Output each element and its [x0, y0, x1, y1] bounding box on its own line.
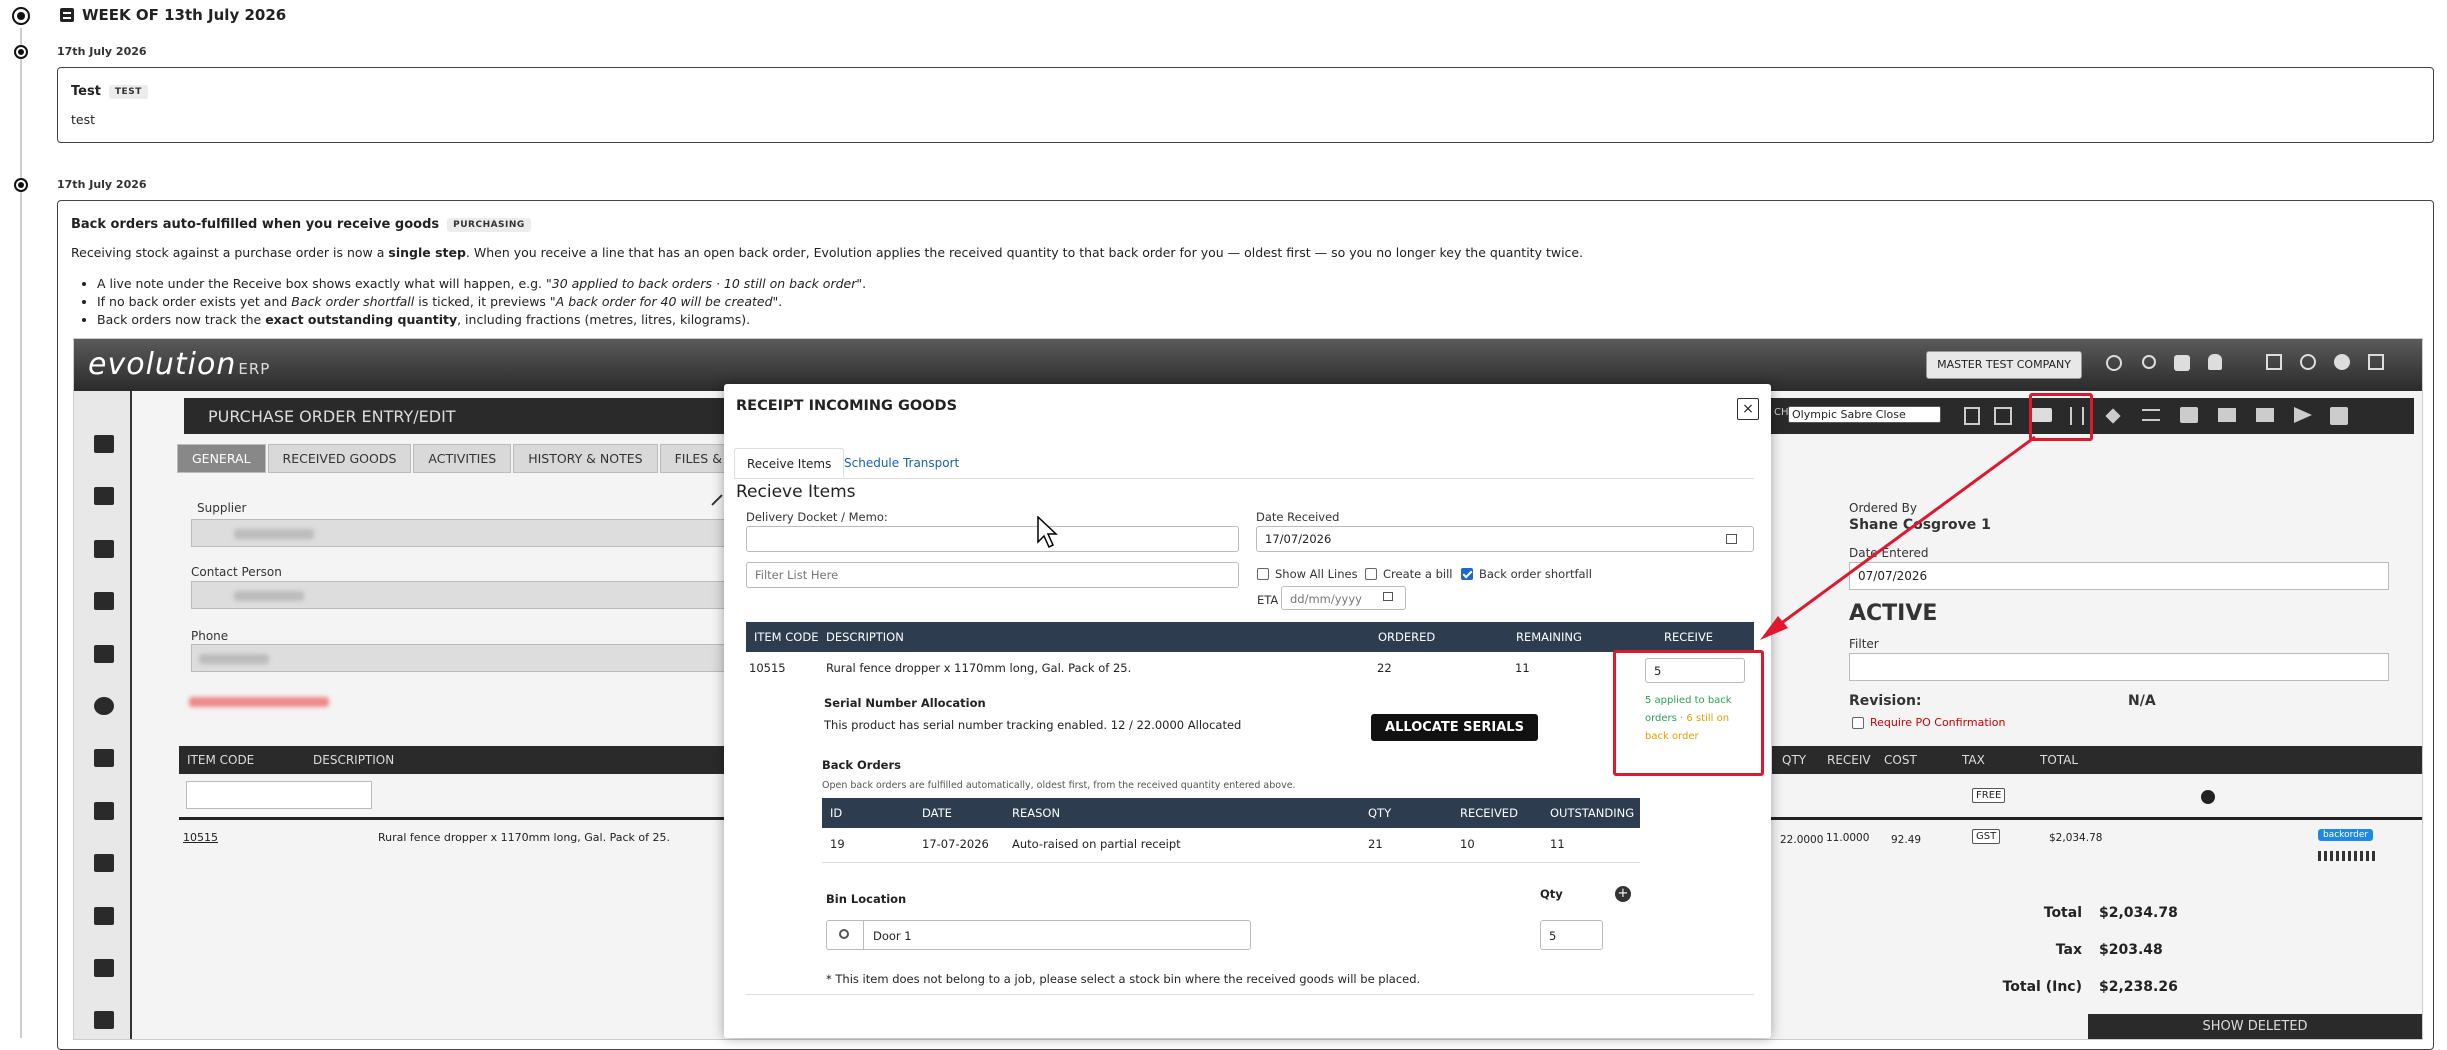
annotation-arrow: [1760, 435, 2036, 640]
mouse-cursor-icon: [1037, 516, 1058, 549]
